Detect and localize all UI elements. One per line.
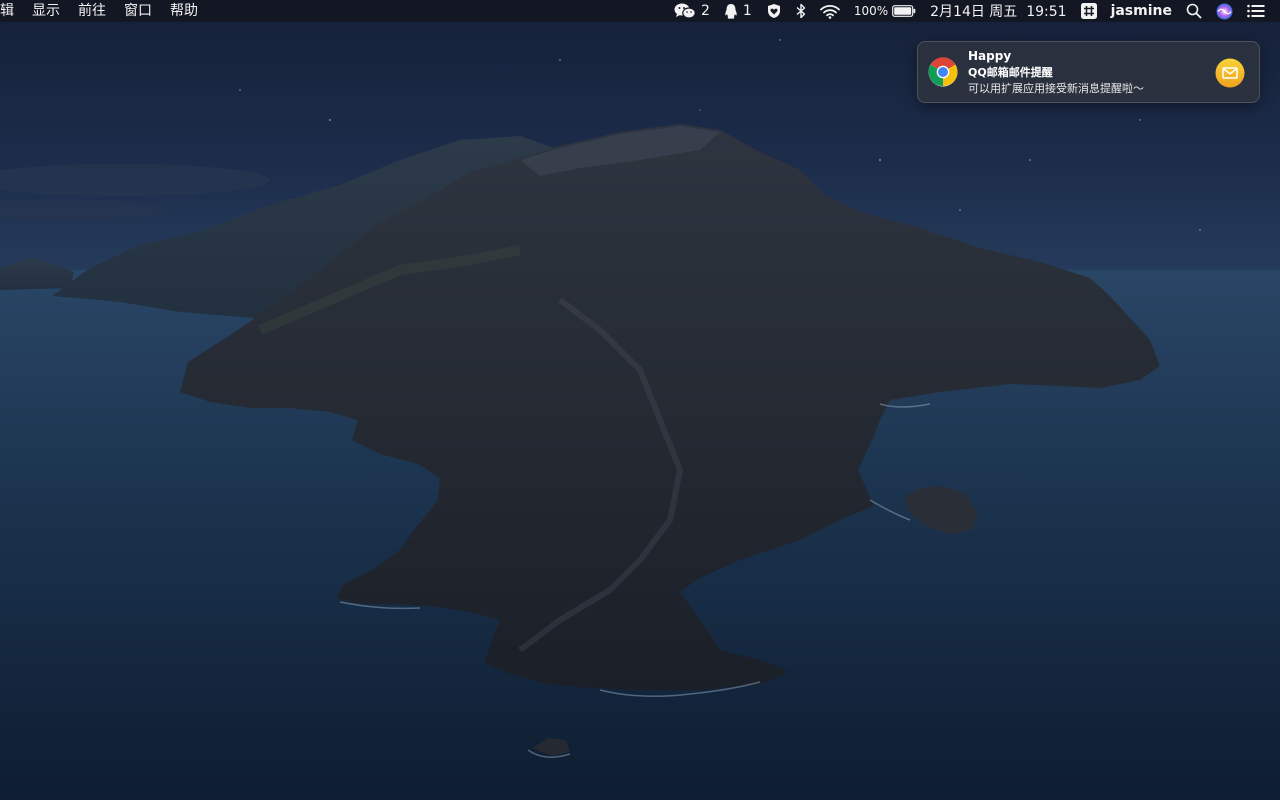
notification-subtitle: QQ邮箱邮件提醒 <box>968 66 1053 79</box>
battery-percent: 100% <box>853 4 889 18</box>
notification-banner[interactable]: Happy QQ邮箱邮件提醒 可以用扩展应用接受新消息提醒啦～ <box>917 41 1260 103</box>
menu-window[interactable]: 窗口 <box>115 0 161 22</box>
battery-icon <box>892 5 916 17</box>
user-account-name[interactable]: jasmine <box>1104 0 1179 22</box>
input-method-status-item[interactable] <box>1074 0 1104 22</box>
status-area: 2 1 100% 2月14日 周五 19:51 jasmine <box>667 0 1280 22</box>
wechat-count: 2 <box>700 3 710 19</box>
clock[interactable]: 2月14日 周五 19:51 <box>923 0 1073 22</box>
notification-center-list-icon <box>1247 4 1265 18</box>
search-icon <box>1186 3 1202 19</box>
bluetooth-icon <box>796 3 806 19</box>
app-menus: 辑 显示 前往 窗口 帮助 <box>0 0 207 22</box>
spotlight-status-item[interactable] <box>1179 0 1209 22</box>
shield-status-item[interactable] <box>759 0 789 22</box>
notification-body: 可以用扩展应用接受新消息提醒啦～ <box>968 82 1144 95</box>
input-method-grid-icon <box>1080 3 1097 19</box>
menu-help[interactable]: 帮助 <box>161 0 207 22</box>
wifi-icon <box>819 4 840 19</box>
shield-heart-icon <box>767 4 780 18</box>
qq-status-item[interactable]: 1 <box>717 0 759 22</box>
wallpaper-image <box>0 39 1280 800</box>
menu-edit[interactable]: 辑 <box>0 0 23 22</box>
battery-status-item[interactable]: 100% <box>847 0 923 22</box>
menu-go[interactable]: 前往 <box>69 0 115 22</box>
wechat-status-item[interactable]: 2 <box>667 0 717 22</box>
mail-envelope-icon <box>1215 58 1245 88</box>
notification-title: Happy <box>968 49 1012 63</box>
wifi-status-item[interactable] <box>813 0 847 22</box>
notification-content: Happy QQ邮箱邮件提醒 可以用扩展应用接受新消息提醒啦～ <box>968 48 1208 97</box>
bluetooth-status-item[interactable] <box>789 0 813 22</box>
qq-penguin-icon <box>725 3 737 19</box>
siri-status-item[interactable] <box>1209 0 1240 22</box>
desktop[interactable]: 辑 显示 前往 窗口 帮助 2 1 100% 2月14日 周五 19:51 ja… <box>0 0 1280 800</box>
menu-view[interactable]: 显示 <box>23 0 69 22</box>
notification-center-status-item[interactable] <box>1240 0 1272 22</box>
menu-bar: 辑 显示 前往 窗口 帮助 2 1 100% 2月14日 周五 19:51 ja… <box>0 0 1280 22</box>
siri-icon <box>1216 3 1233 19</box>
wechat-icon <box>674 3 696 19</box>
qq-count: 1 <box>742 3 752 19</box>
chrome-icon <box>928 57 958 87</box>
